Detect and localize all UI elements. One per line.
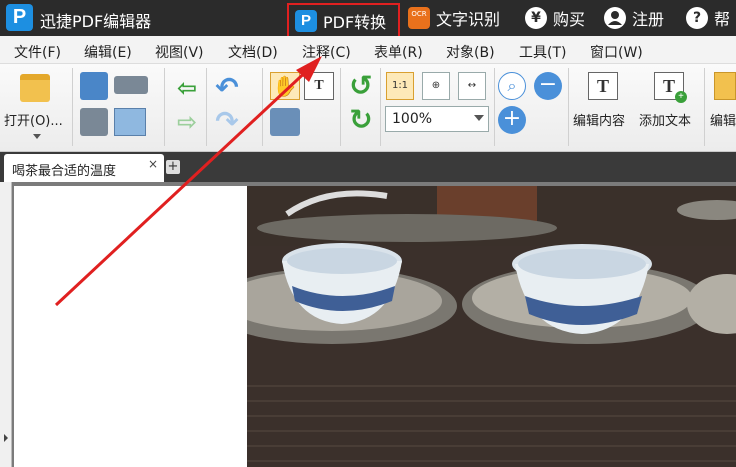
tab-document[interactable]: 喝茶最合适的温度 × [4,154,164,182]
help-icon: ? [686,7,708,29]
register-label: 注册 [632,10,665,29]
toolbar-separator [262,68,263,146]
pdf-convert-label: PDF转换 [323,13,387,32]
edit-content-icon[interactable]: T [588,72,618,100]
rotate-cw-icon[interactable]: ↻ [346,106,376,134]
folder-icon[interactable] [20,74,50,102]
rotate-ccw-icon[interactable]: ↺ [346,72,376,100]
title-bar: P 迅捷PDF编辑器 P PDF转换 OCR 文字识别 ¥ 购买 注册 ? 帮 [0,0,736,39]
expand-arrow-icon[interactable] [4,434,8,442]
buy-label: 购买 [553,10,586,29]
toolbar-separator [568,68,569,146]
fit-width-icon[interactable]: ↔ [458,72,486,100]
menu-form[interactable]: 表单(R) [374,42,423,62]
close-icon[interactable]: × [148,157,158,171]
menu-view[interactable]: 视图(V) [155,42,204,62]
menu-tools[interactable]: 工具(T) [519,42,566,62]
fit-page-icon[interactable]: ⊕ [422,72,450,100]
redo-icon[interactable]: ↷ [212,108,242,136]
edit-partial-icon[interactable] [714,72,736,100]
page-blank-area [14,186,248,467]
add-tab-button[interactable]: + [166,160,180,174]
ocr-label: 文字识别 [436,10,501,29]
hand-tool-icon[interactable]: ✋ [270,72,300,100]
toolbar-separator [380,68,381,146]
open-dropdown-icon[interactable] [33,134,41,139]
app-title: 迅捷PDF编辑器 [40,12,152,31]
zoom-select[interactable]: 100% [385,106,489,132]
toolbar-separator [72,68,73,146]
add-text-icon[interactable]: T + [654,72,687,103]
edit-partial-button[interactable]: 编辑 [710,110,736,129]
toolbar-separator [206,68,207,146]
ocr-button[interactable]: OCR 文字识别 [408,4,500,32]
tea-cups-photo [247,186,736,467]
side-panel-toggle[interactable] [0,182,12,467]
register-button[interactable]: 注册 [604,4,664,32]
next-page-icon[interactable]: ⇨ [172,108,202,136]
buy-button[interactable]: ¥ 购买 [525,4,585,32]
email-icon[interactable] [114,108,146,136]
pdf-convert-icon: P [295,10,317,32]
menu-edit[interactable]: 编辑(E) [84,42,132,62]
add-text-button[interactable]: 添加文本 [639,110,691,129]
menu-document[interactable]: 文档(D) [228,42,278,62]
help-label: 帮 [714,10,731,29]
toolbar-separator [340,68,341,146]
menu-file[interactable]: 文件(F) [14,42,61,62]
prev-page-icon[interactable]: ⇦ [172,74,202,102]
zoom-out-icon[interactable]: − [534,72,562,100]
menu-object[interactable]: 对象(B) [446,42,495,62]
snapshot-icon[interactable] [270,108,300,136]
actual-size-icon[interactable]: 1:1 [386,72,414,100]
app-logo-icon: P [6,4,33,31]
zoom-in-icon[interactable]: + [498,106,526,134]
edit-content-button[interactable]: 编辑内容 [573,110,625,129]
menu-window[interactable]: 窗口(W) [590,42,643,62]
yen-icon: ¥ [525,7,547,29]
chevron-down-icon[interactable] [474,115,484,121]
toolbar-separator [164,68,165,146]
scanner-icon[interactable] [114,76,148,94]
add-badge-icon: + [675,91,687,103]
pdf-convert-button[interactable]: P PDF转换 [287,3,400,39]
menu-comment[interactable]: 注释(C) [302,42,351,62]
undo-icon[interactable]: ↶ [212,74,242,102]
zoom-tool-icon[interactable]: ⌕ [498,72,526,100]
print-icon[interactable] [80,108,108,136]
select-text-icon[interactable]: T [304,72,334,100]
toolbar: 打开(O)... ⇦ ⇨ ↶ ↷ ✋ T ↺ ↻ 1:1 ⊕ ↔ ⌕ − + T… [0,64,736,152]
ocr-icon: OCR [408,7,430,29]
menu-bar: 文件(F) 编辑(E) 视图(V) 文档(D) 注释(C) 表单(R) 对象(B… [0,36,736,64]
zoom-value: 100% [392,111,433,127]
open-button[interactable]: 打开(O)... [4,110,63,129]
tab-label: 喝茶最合适的温度 [12,164,117,179]
toolbar-separator [494,68,495,146]
tab-bar: 喝茶最合适的温度 × + [0,152,736,182]
user-icon [604,7,626,29]
toolbar-separator [704,68,705,146]
help-button[interactable]: ? 帮 [686,4,730,32]
document-view[interactable] [0,182,736,467]
save-icon[interactable] [80,72,108,100]
